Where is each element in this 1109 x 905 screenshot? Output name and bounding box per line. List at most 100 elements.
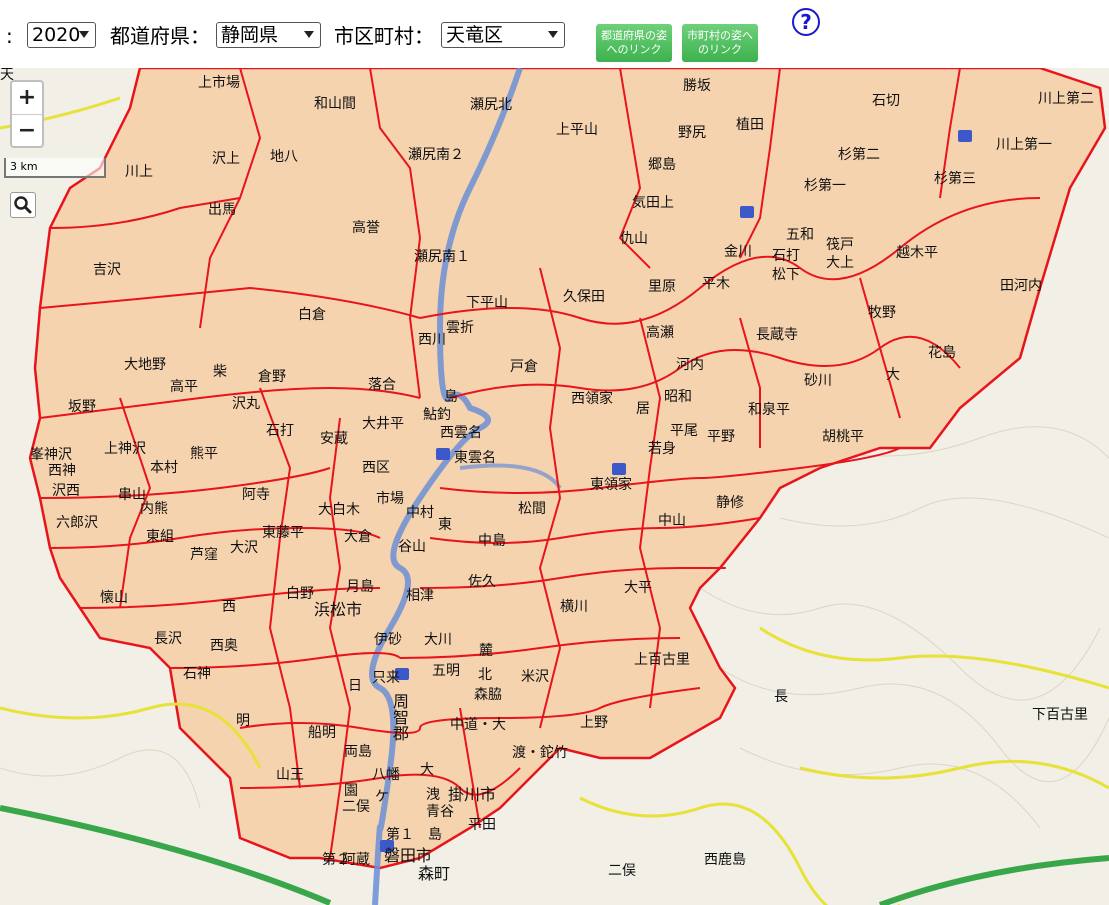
district-label: 第２ xyxy=(322,852,350,868)
district-label: 田河内 xyxy=(1000,278,1042,294)
map-base-layer xyxy=(0,68,1109,905)
district-label: 大白木 xyxy=(318,502,360,518)
district-label: 長蔵寺 xyxy=(756,327,798,343)
district-label: 白野 xyxy=(286,586,314,602)
chevron-down-icon xyxy=(79,31,89,38)
district-label: 高平 xyxy=(170,379,198,395)
district-label: 里原 xyxy=(648,279,676,295)
district-label: 松下 xyxy=(772,267,800,283)
district-label: 大倉 xyxy=(344,529,372,545)
district-label: 和山間 xyxy=(314,96,356,112)
district-label: 東雲名 xyxy=(454,450,496,466)
district-label: 日 xyxy=(348,678,362,694)
district-label: 麓 xyxy=(479,643,493,659)
year-prefix: : xyxy=(6,24,13,48)
district-label: 久保田 xyxy=(563,289,605,305)
district-label: 居 xyxy=(636,401,650,417)
district-label: 磐田市 xyxy=(384,846,433,865)
district-label: 石神 xyxy=(183,666,211,682)
district-label: 平木 xyxy=(702,276,730,292)
district-label: 西領家 xyxy=(571,391,613,407)
district-label: 上市場 xyxy=(198,75,240,91)
district-label: 和泉平 xyxy=(748,402,790,418)
district-label: 青谷 xyxy=(426,804,454,820)
district-label: 静修 xyxy=(716,495,744,511)
district-label: 山王 xyxy=(276,767,304,783)
district-label: 相津 xyxy=(406,588,434,604)
district-label: 沢西 xyxy=(52,483,80,499)
district-label: 松間 xyxy=(518,501,546,517)
municipality-select-value: 天竜区 xyxy=(446,24,504,46)
district-label: 白倉 xyxy=(298,307,326,323)
district-label: 平野 xyxy=(707,429,735,445)
district-label: 大井平 xyxy=(362,416,404,432)
district-label: 西川 xyxy=(418,332,446,348)
district-label: 横川 xyxy=(560,599,588,615)
municipality-profile-link-button[interactable]: 市町村の姿へのリンク xyxy=(682,24,758,62)
district-label: 洩 xyxy=(426,787,440,803)
prefecture-select[interactable]: 静岡県 xyxy=(216,22,321,48)
district-label: 落合 xyxy=(368,377,396,393)
district-label: 高誉 xyxy=(352,220,380,236)
district-label: 若身 xyxy=(648,441,676,457)
district-label: 鮎釣 xyxy=(423,407,451,423)
district-label: 上野 xyxy=(580,715,608,731)
district-label: 石打 xyxy=(266,423,294,439)
district-label: 周智郡 xyxy=(390,693,409,741)
district-label: 五明 xyxy=(432,663,460,679)
district-label: 沢丸 xyxy=(232,396,260,412)
map-view[interactable]: 上市場 和山間 瀬尻北 勝坂 石切 川上第二 上平山 植田 野尻 杉第二 川上第一 地八 沢上 川上 瀬尻南… xyxy=(0,68,1109,905)
district-label: 勝坂 xyxy=(683,78,711,94)
district-label: 長 xyxy=(774,689,788,705)
district-label: 米沢 xyxy=(521,669,549,685)
year-select[interactable]: 2020 xyxy=(27,22,96,48)
district-label: 柴 xyxy=(213,364,227,380)
district-label: 明 xyxy=(236,713,250,729)
district-label: 胡桃平 xyxy=(822,429,864,445)
district-label: 川上第二 xyxy=(1038,91,1094,107)
district-label: ケ xyxy=(375,789,389,805)
zoom-control: + − xyxy=(10,80,44,148)
toolbar: : 2020 都道府県： 静岡県 市区町村： 天竜区 都道府県の姿へのリンク 市… xyxy=(0,0,1109,68)
district-label: 植田 xyxy=(736,117,764,133)
district-label: 牧野 xyxy=(868,305,896,321)
district-label: 伊砂 xyxy=(374,632,402,648)
map-search-button[interactable] xyxy=(10,192,36,218)
district-label: 仇山 xyxy=(620,231,648,247)
district-label: 西鹿島 xyxy=(704,852,746,868)
district-label: 川上第一 xyxy=(996,137,1052,153)
district-label: 下百古里 xyxy=(1032,707,1088,723)
district-label: 二俣 xyxy=(342,799,370,815)
district-label: 高瀬 xyxy=(646,325,674,341)
district-label: 昭和 xyxy=(664,389,692,405)
district-label: 倉野 xyxy=(258,369,286,385)
district-label: 大地野 xyxy=(124,357,166,373)
district-label: 中道・大 xyxy=(450,717,506,733)
zoom-in-button[interactable]: + xyxy=(12,82,42,115)
scale-bar: 3 km xyxy=(4,158,106,178)
district-label: 阿寺 xyxy=(242,487,270,503)
district-label: 平尾 xyxy=(670,423,698,439)
district-label: 西神 xyxy=(48,463,76,479)
district-label: 大平 xyxy=(624,580,652,596)
district-label: 六郎沢 xyxy=(56,515,98,531)
district-label: 島 xyxy=(428,827,442,843)
help-icon[interactable]: ? xyxy=(792,8,820,36)
zoom-out-button[interactable]: − xyxy=(12,115,42,147)
district-label: 筏戸 xyxy=(826,237,854,253)
district-label: 野尻 xyxy=(678,125,706,141)
chevron-down-icon xyxy=(304,31,314,38)
district-label: 第１ xyxy=(386,827,414,843)
municipality-label: 市区町村： xyxy=(334,24,434,48)
district-label: 西奥 xyxy=(210,638,238,654)
district-label: 石切 xyxy=(872,93,900,109)
district-label: 浜松市 xyxy=(314,600,363,619)
district-label: 花島 xyxy=(928,345,956,361)
district-label: 砂川 xyxy=(804,373,832,389)
prefecture-profile-link-button[interactable]: 都道府県の姿へのリンク xyxy=(596,24,672,62)
district-label: 瀬尻北 xyxy=(470,97,512,113)
district-label: 二俣 xyxy=(608,863,636,879)
district-label: 戸倉 xyxy=(510,359,538,375)
district-label: 本村 xyxy=(150,460,178,476)
municipality-select[interactable]: 天竜区 xyxy=(441,22,565,48)
